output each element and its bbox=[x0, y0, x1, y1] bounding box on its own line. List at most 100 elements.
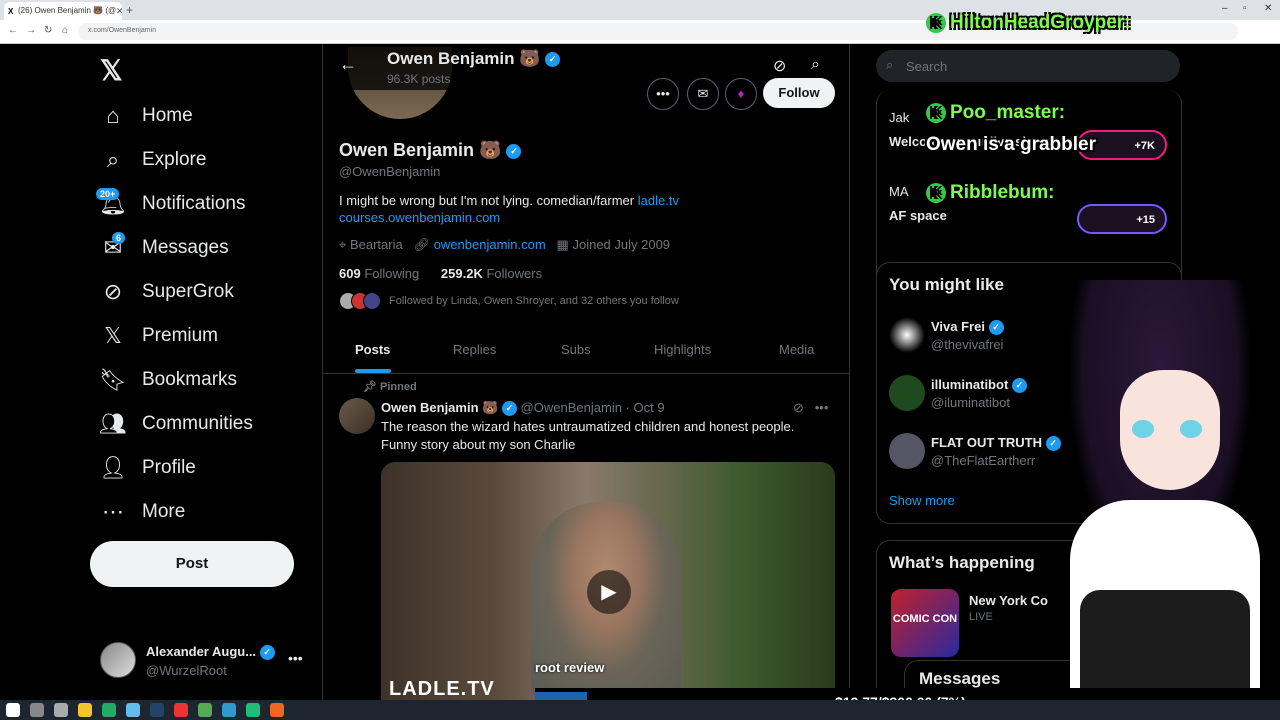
grok-icon[interactable]: ⊘ bbox=[793, 400, 804, 415]
website-link[interactable]: owenbenjamin.com bbox=[434, 237, 546, 252]
followers-link[interactable]: 259.2K Followers bbox=[441, 266, 542, 281]
search-icon[interactable]: ⌕ bbox=[811, 56, 820, 74]
notifications-badge: 20+ bbox=[96, 188, 120, 200]
app-icon[interactable] bbox=[126, 703, 140, 717]
back-arrow-icon[interactable]: ← bbox=[339, 54, 357, 75]
sticky-name: Owen Benjamin 🐻 bbox=[387, 49, 541, 68]
suggestion-name: Viva Frei bbox=[931, 319, 985, 334]
chat-message: K HiltonHeadGroyper: bbox=[926, 12, 1131, 34]
account-name: Alexander Augu... bbox=[146, 644, 257, 659]
tab-media[interactable]: Media bbox=[779, 342, 814, 357]
following-label: Following bbox=[364, 266, 420, 281]
steam-icon[interactable] bbox=[150, 703, 164, 717]
verified-badge-icon: ✓ bbox=[1011, 378, 1027, 394]
start-icon[interactable] bbox=[6, 703, 20, 717]
stream-caption: root review bbox=[535, 660, 605, 675]
tab-subs[interactable]: Subs bbox=[561, 342, 591, 357]
message-button[interactable]: ✉ bbox=[687, 78, 719, 110]
more-dots-icon[interactable]: ••• bbox=[288, 650, 303, 666]
nav-communities[interactable]: 👥︎ Communities bbox=[99, 404, 300, 444]
avatar[interactable] bbox=[339, 398, 375, 434]
minimize-icon[interactable]: – bbox=[1222, 3, 1228, 14]
browser-tab[interactable]: X (26) Owen Benjamin 🐻 (@ ✕ bbox=[4, 2, 122, 20]
app-icon[interactable] bbox=[198, 703, 212, 717]
tweet-video[interactable]: ▶ LADLE.TV bbox=[381, 462, 835, 700]
forward-icon[interactable]: → bbox=[26, 25, 36, 36]
post-button[interactable]: Post bbox=[90, 541, 294, 587]
nav-bookmarks[interactable]: 🔖︎ Bookmarks bbox=[99, 360, 300, 400]
tweet-date[interactable]: Oct 9 bbox=[634, 400, 665, 415]
tab-posts[interactable]: Posts bbox=[355, 342, 390, 357]
play-icon[interactable]: ▶ bbox=[587, 570, 631, 614]
brave-icon[interactable] bbox=[270, 703, 284, 717]
close-window-icon[interactable]: ✕ bbox=[1264, 3, 1272, 14]
close-tab-icon[interactable]: ✕ bbox=[116, 6, 122, 17]
verified-badge-icon: ✓ bbox=[259, 645, 275, 661]
bio-link-courses[interactable]: courses.owenbenjamin.com bbox=[339, 210, 500, 225]
nav-premium[interactable]: 𝕏 Premium bbox=[100, 316, 300, 356]
account-name-row: Alexander Augu... ✓ bbox=[146, 644, 275, 661]
space-listeners-pill[interactable]: +15 bbox=[1077, 204, 1167, 234]
nav-supergrok[interactable]: ⊘ SuperGrok bbox=[100, 272, 300, 312]
people-icon: 👥︎ bbox=[99, 411, 127, 436]
pin-icon: 📌︎ bbox=[363, 381, 377, 393]
search-icon[interactable] bbox=[30, 703, 44, 717]
home-browser-icon[interactable]: ⌂ bbox=[62, 25, 68, 36]
tab-title: (26) Owen Benjamin 🐻 (@ bbox=[18, 6, 117, 15]
vtuber-avatar-overlay bbox=[1040, 260, 1280, 700]
nav-profile[interactable]: 👤︎ Profile bbox=[99, 448, 300, 488]
following-link[interactable]: 609 Following bbox=[339, 266, 419, 281]
tab-highlights[interactable]: Highlights bbox=[654, 342, 711, 357]
new-tab-icon[interactable]: + bbox=[126, 3, 133, 17]
nav-home[interactable]: ⌂ Home bbox=[100, 96, 300, 136]
chat-message: K Ribblebum: bbox=[926, 182, 1055, 204]
bio-text: I might be wrong but I'm not lying. come… bbox=[339, 193, 635, 208]
trend-image[interactable]: COMIC CON bbox=[891, 589, 959, 657]
chat-text: Owen is a grabbler bbox=[926, 134, 1096, 155]
app-icon[interactable] bbox=[222, 703, 236, 717]
messages-badge: 6 bbox=[112, 232, 126, 244]
subscribe-button[interactable]: ♦ bbox=[725, 78, 757, 110]
profile-bio: I might be wrong but I'm not lying. come… bbox=[339, 192, 719, 226]
task-view-icon[interactable] bbox=[54, 703, 68, 717]
app-icon[interactable] bbox=[102, 703, 116, 717]
nav-messages[interactable]: ✉ Messages bbox=[100, 228, 300, 268]
more-dots-icon[interactable]: ••• bbox=[815, 400, 829, 415]
tab-replies[interactable]: Replies bbox=[453, 342, 496, 357]
followed-by-avatars bbox=[339, 292, 381, 310]
nav-label: Communities bbox=[142, 413, 253, 434]
tweet-author[interactable]: Owen Benjamin 🐻 bbox=[381, 400, 498, 415]
nav-notifications[interactable]: 🔔︎ Notifications bbox=[99, 184, 300, 224]
trend-title[interactable]: New York Co bbox=[969, 593, 1048, 608]
more-options-button[interactable]: ••• bbox=[647, 78, 679, 110]
vtuber-vest bbox=[1080, 590, 1250, 700]
you-might-like-title: You might like bbox=[889, 275, 1004, 294]
search-input[interactable]: ⌕ Search bbox=[876, 50, 1180, 82]
tweet-handle[interactable]: @OwenBenjamin bbox=[521, 400, 622, 415]
x-favicon-icon: X bbox=[8, 7, 14, 16]
person-icon: 👤︎ bbox=[99, 455, 127, 480]
show-more-link[interactable]: Show more bbox=[889, 493, 955, 508]
grok-analyze-icon[interactable]: ⊘ bbox=[773, 56, 786, 76]
avatar bbox=[889, 433, 925, 469]
space-title[interactable]: AF space bbox=[889, 208, 947, 223]
account-switcher[interactable]: Alexander Augu... ✓ @WurzelRoot ••• bbox=[100, 642, 310, 682]
nav-more[interactable]: ⋯ More bbox=[100, 492, 300, 532]
avatar bbox=[889, 317, 925, 353]
account-handle: @WurzelRoot bbox=[146, 663, 227, 678]
folder-icon[interactable] bbox=[78, 703, 92, 717]
chat-username: Ribblebum: bbox=[950, 182, 1055, 203]
bio-link-ladle[interactable]: ladle.tv bbox=[638, 193, 679, 208]
video-watermark: LADLE.TV bbox=[389, 678, 495, 700]
x-logo-icon[interactable]: 𝕏 bbox=[100, 54, 123, 87]
follow-button[interactable]: Follow bbox=[763, 78, 835, 108]
back-icon[interactable]: ← bbox=[8, 25, 18, 36]
nav-label: SuperGrok bbox=[142, 281, 234, 302]
nav-explore[interactable]: ⌕ Explore bbox=[100, 140, 300, 180]
maximize-icon[interactable]: ▫ bbox=[1243, 3, 1247, 14]
chrome-icon[interactable] bbox=[174, 703, 188, 717]
reload-icon[interactable]: ↻ bbox=[44, 25, 52, 36]
followed-by[interactable]: Followed by Linda, Owen Shroyer, and 32 … bbox=[339, 292, 679, 310]
suggestion-name: FLAT OUT TRUTH bbox=[931, 435, 1042, 450]
app-icon[interactable] bbox=[246, 703, 260, 717]
